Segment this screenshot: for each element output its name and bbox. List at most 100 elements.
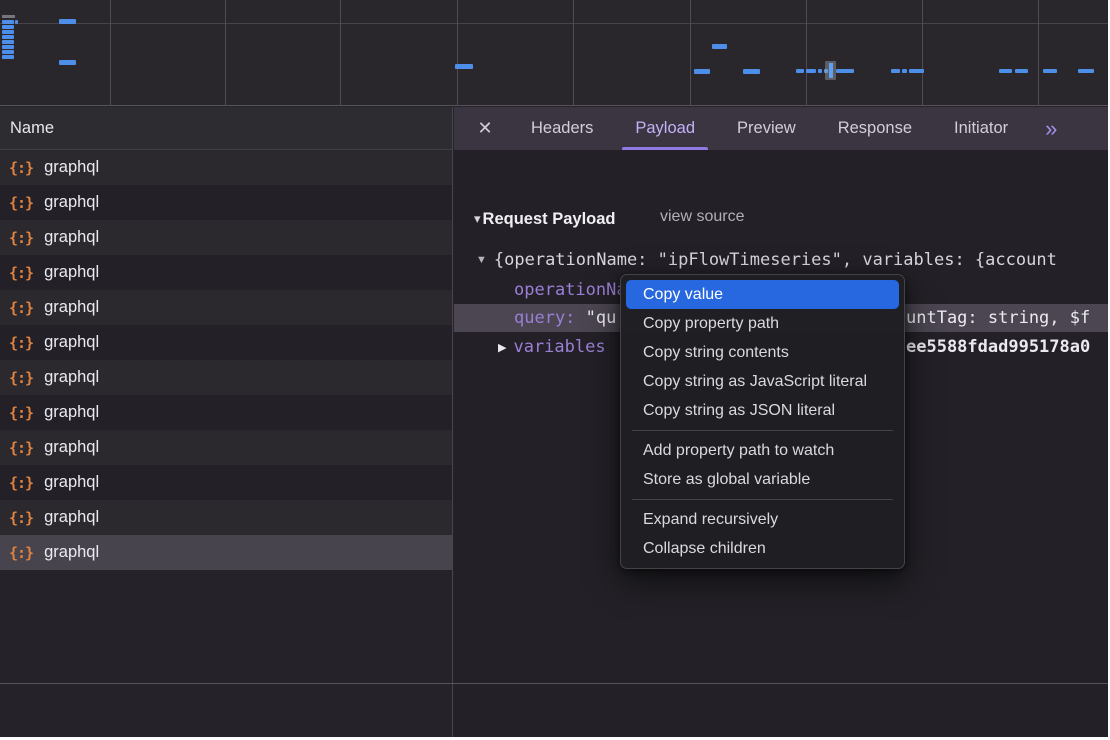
request-row[interactable]: {:}graphql <box>0 220 452 255</box>
menu-separator <box>632 499 893 500</box>
request-name: graphql <box>44 333 99 352</box>
request-timing-bar <box>2 30 14 34</box>
request-row[interactable]: {:} graphql <box>0 430 452 465</box>
request-list-pane: Name {:}graphql{:}graphql{:}graphql{:}gr… <box>0 107 453 737</box>
details-tab-bar: ✕ HeadersPayloadPreviewResponseInitiator… <box>454 107 1108 150</box>
request-timing-bar <box>891 69 900 73</box>
json-braces-icon: {:} <box>9 439 33 457</box>
menu-item-copy-property-path[interactable]: Copy property path <box>626 309 899 338</box>
request-list: {:} graphql {:} graphql {:} graphql {:} graphql… <box>0 150 452 570</box>
overview-gridline <box>922 0 923 106</box>
view-source-link[interactable]: view source <box>660 208 744 226</box>
request-timing-bar <box>2 55 14 59</box>
request-timing-bar <box>694 69 710 74</box>
json-braces-icon: {:} <box>9 509 33 527</box>
request-row[interactable]: {:}graphql <box>0 395 452 430</box>
request-name: graphql <box>44 298 99 317</box>
request-timing-bar <box>796 69 804 73</box>
request-timing-bar <box>1015 69 1028 73</box>
menu-item-collapse-children[interactable]: Collapse children <box>626 534 899 563</box>
request-row[interactable]: {:} graphql <box>0 360 452 395</box>
name-column-header[interactable]: Name <box>0 107 452 150</box>
request-name: graphql <box>44 368 99 387</box>
overview-baseline <box>0 23 1108 24</box>
request-row[interactable]: {:} graphql <box>0 290 452 325</box>
section-title: Request Payload <box>483 210 616 229</box>
collapse-caret-icon: ▾ <box>474 211 481 227</box>
request-payload-section[interactable]: ▾ Request Payload <box>474 206 616 232</box>
menu-item-copy-string-as-javascript-literal[interactable]: Copy string as JavaScript literal <box>626 367 899 396</box>
request-timing-bar <box>999 69 1012 73</box>
request-row[interactable]: {:} graphql <box>0 500 452 535</box>
json-braces-icon: {:} <box>9 369 33 387</box>
property-value-right: untTag: string, $f <box>906 304 1090 332</box>
menu-item-copy-string-contents[interactable]: Copy string contents <box>626 338 899 367</box>
panel-divider <box>0 683 1108 684</box>
network-overview-strip[interactable] <box>0 0 1108 106</box>
json-braces-icon: {:} <box>9 299 33 317</box>
expand-right-icon[interactable]: ▶ <box>498 341 506 354</box>
request-name: graphql <box>44 193 99 212</box>
json-braces-icon: {:} <box>9 229 33 247</box>
menu-separator <box>632 430 893 431</box>
request-timing-bar <box>2 45 14 49</box>
menu-item-copy-string-as-json-literal[interactable]: Copy string as JSON literal <box>626 396 899 425</box>
request-name: graphql <box>44 403 99 422</box>
menu-item-store-as-global-variable[interactable]: Store as global variable <box>626 465 899 494</box>
close-icon[interactable]: ✕ <box>468 107 502 150</box>
request-row[interactable]: {:}graphql <box>0 535 452 570</box>
request-row[interactable]: {:}graphql <box>0 465 452 500</box>
request-name: graphql <box>44 543 99 562</box>
tabs-container: HeadersPayloadPreviewResponseInitiator <box>510 107 1029 150</box>
context-menu: Copy valueCopy property pathCopy string … <box>620 274 905 569</box>
request-row[interactable]: {:} graphql <box>0 150 452 185</box>
request-name: graphql <box>44 158 99 177</box>
tab-initiator[interactable]: Initiator <box>933 107 1029 150</box>
expand-down-icon[interactable]: ▼ <box>476 254 487 266</box>
menu-item-copy-value[interactable]: Copy value <box>626 280 899 309</box>
menu-item-add-property-path-to-watch[interactable]: Add property path to watch <box>626 436 899 465</box>
request-name: graphql <box>44 508 99 527</box>
request-name: graphql <box>44 438 99 457</box>
devtools-window: Name {:}graphql{:}graphql{:}graphql{:}gr… <box>0 0 1108 737</box>
json-braces-icon: {:} <box>9 194 33 212</box>
request-timing-bar <box>836 69 854 73</box>
request-timing-bar <box>2 40 14 44</box>
tab-headers[interactable]: Headers <box>510 107 614 150</box>
request-timing-bar <box>712 44 727 49</box>
tab-response[interactable]: Response <box>817 107 933 150</box>
tab-payload[interactable]: Payload <box>614 107 716 150</box>
request-timing-bar <box>15 20 18 24</box>
overview-gridline <box>340 0 341 106</box>
request-name: graphql <box>44 263 99 282</box>
request-timing-bar <box>59 60 76 65</box>
request-timing-bar <box>909 69 924 73</box>
request-row[interactable]: {:} graphql <box>0 185 452 220</box>
overview-gridline <box>225 0 226 106</box>
request-row[interactable]: {:}graphql <box>0 325 452 360</box>
request-timing-bar <box>1043 69 1057 73</box>
payload-root-row[interactable]: ▼ {operationName: "ipFlowTimeseries", va… <box>454 246 1108 274</box>
request-timing-bar <box>455 64 473 69</box>
tab-preview[interactable]: Preview <box>716 107 817 150</box>
overview-gridline <box>573 0 574 106</box>
json-braces-icon: {:} <box>9 159 33 177</box>
more-tabs-icon[interactable]: » <box>1031 107 1071 150</box>
property-key: variables <box>513 337 605 357</box>
overview-gridline <box>690 0 691 106</box>
request-row[interactable]: {:} graphql <box>0 255 452 290</box>
menu-item-expand-recursively[interactable]: Expand recursively <box>626 505 899 534</box>
payload-preview-text: {operationName: "ipFlowTimeseries", vari… <box>494 250 1057 270</box>
property-key: query: <box>514 308 586 328</box>
overview-marker-bar <box>829 63 833 78</box>
request-timing-bar <box>743 69 760 74</box>
json-braces-icon: {:} <box>9 264 33 282</box>
request-timing-bar <box>902 69 907 73</box>
overview-gridline <box>457 0 458 106</box>
overview-gridline <box>1038 0 1039 106</box>
request-timing-bar <box>1078 69 1094 73</box>
request-timing-bar <box>2 50 14 54</box>
request-timing-bar <box>2 25 14 29</box>
property-value-right: ee5588fdad995178a0 <box>906 333 1090 361</box>
overview-gridline <box>110 0 111 106</box>
